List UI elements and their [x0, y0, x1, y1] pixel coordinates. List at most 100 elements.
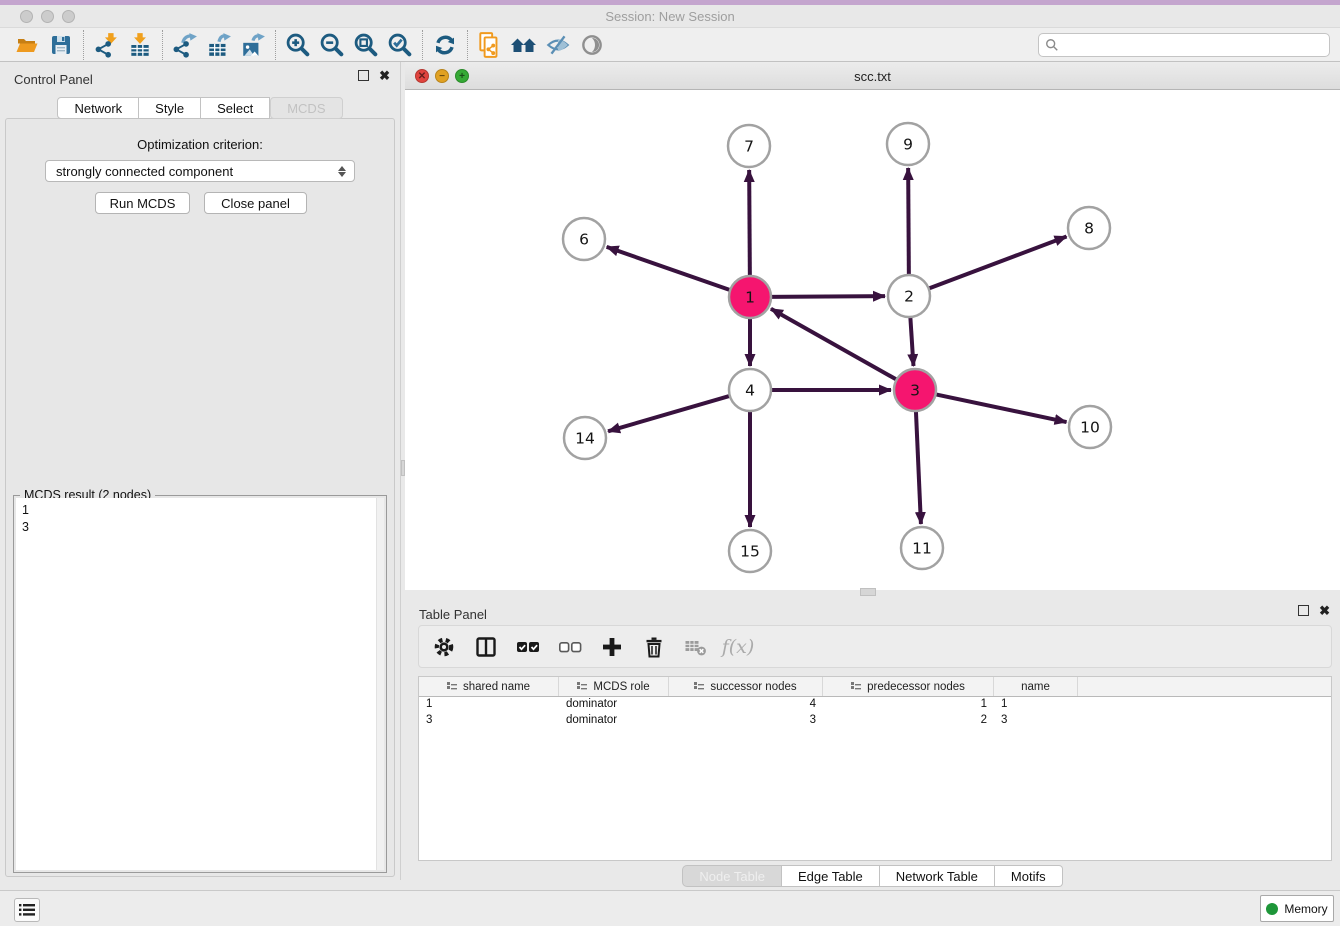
save-session-button[interactable] — [44, 30, 78, 60]
deselect-all-button[interactable] — [557, 634, 583, 660]
tab-motifs[interactable]: Motifs — [995, 865, 1063, 887]
cell-mcds-role: dominator — [559, 713, 669, 729]
zoom-fit-icon — [352, 31, 380, 59]
tab-select[interactable]: Select — [201, 97, 270, 119]
trash-icon — [643, 636, 665, 658]
cell-predecessor-nodes: 2 — [823, 713, 994, 729]
toolbar-separator — [422, 30, 423, 60]
zoom-in-button[interactable] — [281, 30, 315, 60]
save-icon — [49, 33, 73, 57]
plus-icon — [601, 636, 623, 658]
open-session-button[interactable] — [10, 30, 44, 60]
column-header-name[interactable]: name — [994, 677, 1078, 696]
show-graphics-details-button[interactable] — [575, 30, 609, 60]
window-title: Session: New Session — [0, 9, 1340, 24]
table-toolbar: f(x) — [418, 625, 1332, 668]
search-input[interactable] — [1064, 38, 1323, 52]
graph-node-label: 7 — [744, 137, 754, 155]
close-panel-icon[interactable]: ✖ — [379, 70, 390, 81]
network-graph[interactable]: 7968124314101511 — [405, 90, 1340, 590]
zoom-out-button[interactable] — [315, 30, 349, 60]
graph-edge-3-11[interactable] — [916, 409, 921, 524]
tab-network[interactable]: Network — [57, 97, 139, 119]
float-panel-icon[interactable] — [1298, 605, 1309, 616]
table-options-button[interactable] — [431, 634, 457, 660]
tab-mcds[interactable]: MCDS — [270, 97, 342, 119]
export-image-button[interactable] — [236, 30, 270, 60]
column-type-icon — [694, 682, 704, 692]
memory-label: Memory — [1284, 902, 1327, 916]
tab-edge-table[interactable]: Edge Table — [782, 865, 880, 887]
zoom-fit-button[interactable] — [349, 30, 383, 60]
mcds-panel-content: Optimization criterion: strongly connect… — [5, 118, 395, 877]
graph-edge-3-10[interactable] — [934, 394, 1067, 422]
apply-layout-button[interactable] — [428, 30, 462, 60]
tab-network-table[interactable]: Network Table — [880, 865, 995, 887]
column-header-mcds-role[interactable]: MCDS role — [559, 677, 669, 696]
table-panel-title: Table Panel — [419, 607, 487, 622]
export-network-icon — [172, 32, 198, 58]
result-scrollbar[interactable] — [376, 498, 384, 870]
table-row[interactable]: 1 dominator 4 1 1 — [419, 697, 1331, 713]
splitter-handle[interactable] — [860, 588, 876, 596]
cell-predecessor-nodes: 1 — [823, 697, 994, 713]
table-row[interactable]: 3 dominator 3 2 3 — [419, 713, 1331, 729]
network-window-titlebar[interactable]: ✕ − + scc.txt — [405, 62, 1340, 90]
gear-icon — [433, 636, 455, 658]
hide-graphics-details-button[interactable] — [541, 30, 575, 60]
graph-edge-1-2[interactable] — [769, 296, 885, 297]
control-panel-tabs: Network Style Select MCDS — [0, 97, 400, 119]
export-network-button[interactable] — [168, 30, 202, 60]
columns-icon — [475, 636, 497, 658]
close-panel-icon[interactable]: ✖ — [1319, 605, 1330, 616]
zoom-selected-icon — [386, 31, 414, 59]
eye-icon — [579, 32, 605, 58]
mcds-result-text[interactable]: 1 3 — [16, 498, 384, 870]
open-ndex-button[interactable] — [507, 30, 541, 60]
memory-status-icon — [1266, 903, 1278, 915]
tab-style[interactable]: Style — [139, 97, 201, 119]
cell-name: 1 — [994, 697, 1078, 713]
network-canvas[interactable]: 7968124314101511 — [405, 90, 1340, 590]
export-table-button[interactable] — [202, 30, 236, 60]
column-header-shared-name[interactable]: shared name — [419, 677, 559, 696]
unchecked-boxes-icon — [558, 638, 582, 656]
import-network-button[interactable] — [89, 30, 123, 60]
graph-node-label: 15 — [740, 542, 760, 560]
graph-edge-2-9[interactable] — [908, 168, 909, 277]
result-line: 3 — [22, 519, 378, 536]
show-task-history-button[interactable] — [14, 898, 40, 922]
graph-edge-3-1[interactable] — [771, 309, 899, 381]
import-table-button[interactable] — [123, 30, 157, 60]
tab-node-table[interactable]: Node Table — [682, 865, 782, 887]
show-column-panel-button[interactable] — [473, 634, 499, 660]
graph-node-label: 6 — [579, 230, 589, 248]
select-all-button[interactable] — [515, 634, 541, 660]
search-field[interactable] — [1038, 33, 1330, 57]
run-mcds-button[interactable]: Run MCDS — [95, 192, 190, 214]
float-panel-icon[interactable] — [358, 70, 369, 81]
list-icon — [19, 903, 35, 917]
zoom-selected-button[interactable] — [383, 30, 417, 60]
mcds-result-box: MCDS result (2 nodes) 1 3 — [13, 495, 387, 873]
memory-button[interactable]: Memory — [1260, 895, 1334, 922]
share-network-button[interactable] — [473, 30, 507, 60]
graph-edge-2-3[interactable] — [910, 315, 913, 366]
network-view-window: ✕ − + scc.txt 7968124314101511 — [405, 62, 1340, 591]
graph-edge-2-8[interactable] — [927, 236, 1067, 289]
add-column-button[interactable] — [599, 634, 625, 660]
graph-edge-4-14[interactable] — [608, 395, 732, 431]
graph-node-label: 2 — [904, 287, 914, 305]
control-panel: Control Panel ✖ Network Style Select MCD… — [0, 62, 400, 880]
column-header-successor-nodes[interactable]: successor nodes — [669, 677, 823, 696]
column-header-predecessor-nodes[interactable]: predecessor nodes — [823, 677, 994, 696]
cell-successor-nodes: 4 — [669, 697, 823, 713]
close-panel-button[interactable]: Close panel — [204, 192, 307, 214]
graph-edge-1-6[interactable] — [607, 247, 732, 291]
share-document-icon — [477, 31, 503, 59]
delete-columns-button[interactable] — [641, 634, 667, 660]
optimization-criterion-label: Optimization criterion: — [6, 137, 394, 152]
optimization-criterion-dropdown[interactable]: strongly connected component — [45, 160, 355, 182]
graph-edge-1-7[interactable] — [749, 170, 750, 278]
checked-boxes-icon — [516, 638, 540, 656]
